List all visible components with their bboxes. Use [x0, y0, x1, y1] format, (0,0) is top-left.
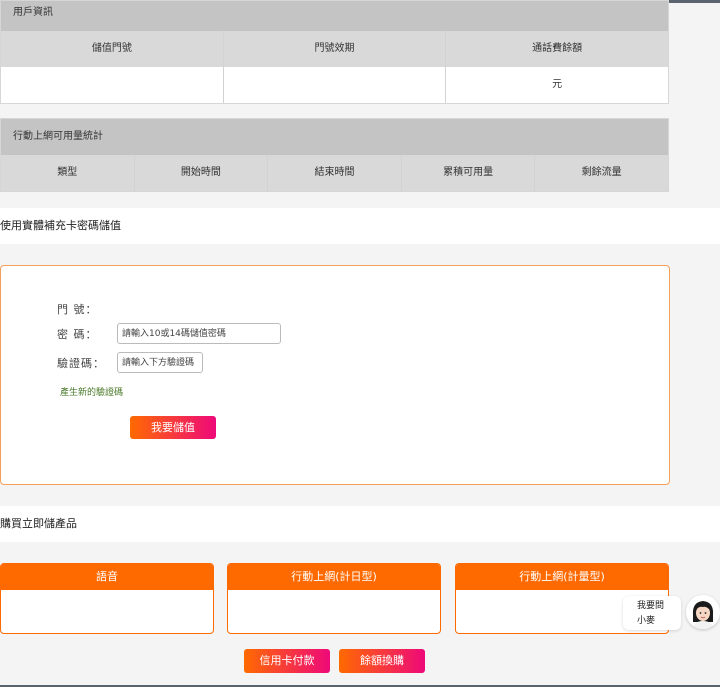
topup-section-title: 使用實體補充卡密碼儲值: [0, 208, 720, 244]
assistant-avatar-icon[interactable]: [686, 595, 720, 629]
user-info-title: 用戶資訊: [1, 1, 668, 31]
col-header-total: 累積可用量: [401, 155, 536, 191]
balance-exchange-button[interactable]: 餘額換購: [339, 649, 425, 673]
product-card-voice-title: 語音: [1, 564, 213, 590]
chat-bubble[interactable]: 我要問 小麥: [623, 596, 681, 630]
phone-row: 門 號：: [57, 301, 117, 317]
user-info-panel: 用戶資訊 儲值門號 門號效期 通話費餘額 元: [0, 0, 669, 104]
chat-line-2: 小麥: [637, 616, 656, 626]
purchase-section-title: 購買立即儲產品: [0, 506, 720, 542]
value-validity: [223, 67, 447, 103]
credit-card-pay-button[interactable]: 信用卡付款: [244, 649, 330, 673]
mobile-data-title: 行動上網可用量統計: [1, 119, 668, 155]
captcha-label: 驗證碼：: [57, 357, 105, 370]
password-input[interactable]: [117, 323, 281, 344]
value-phone: [1, 67, 224, 103]
col-header-end: 結束時間: [268, 155, 402, 191]
user-info-value-row: 元: [1, 67, 669, 103]
password-row: 密 碼：: [57, 323, 281, 344]
product-card-voice[interactable]: 語音: [0, 563, 214, 634]
col-header-start: 開始時間: [134, 155, 269, 191]
col-header-balance: 通話費餘額: [446, 31, 669, 67]
col-header-phone: 儲值門號: [1, 31, 224, 67]
assistant-face-icon: [686, 595, 720, 629]
col-header-type: 類型: [1, 155, 135, 191]
col-header-remaining: 剩餘流量: [535, 155, 668, 191]
product-card-data-daily-title: 行動上網(計日型): [228, 564, 440, 590]
password-label: 密 碼：: [57, 328, 98, 341]
new-captcha-link[interactable]: 產生新的驗證碼: [60, 385, 123, 398]
captcha-input[interactable]: [117, 352, 203, 373]
product-card-data-daily[interactable]: 行動上網(計日型): [227, 563, 441, 634]
user-info-header-row: 儲值門號 門號效期 通話費餘額: [1, 31, 669, 67]
chat-line-1: 我要問: [637, 601, 665, 611]
captcha-row: 驗證碼：: [57, 352, 203, 373]
col-header-validity: 門號效期: [223, 31, 447, 67]
mobile-data-header-row: 類型 開始時間 結束時間 累積可用量 剩餘流量: [1, 155, 668, 191]
topup-submit-button[interactable]: 我要儲值: [130, 416, 216, 439]
product-card-data-volume-title: 行動上網(計量型): [456, 564, 668, 590]
phone-label: 門 號：: [57, 303, 98, 316]
topup-form: 門 號： 密 碼： 驗證碼： 產生新的驗證碼 我要儲值: [0, 265, 670, 485]
mobile-data-panel: 行動上網可用量統計 類型 開始時間 結束時間 累積可用量 剩餘流量: [0, 118, 669, 192]
value-balance: 元: [446, 67, 669, 103]
